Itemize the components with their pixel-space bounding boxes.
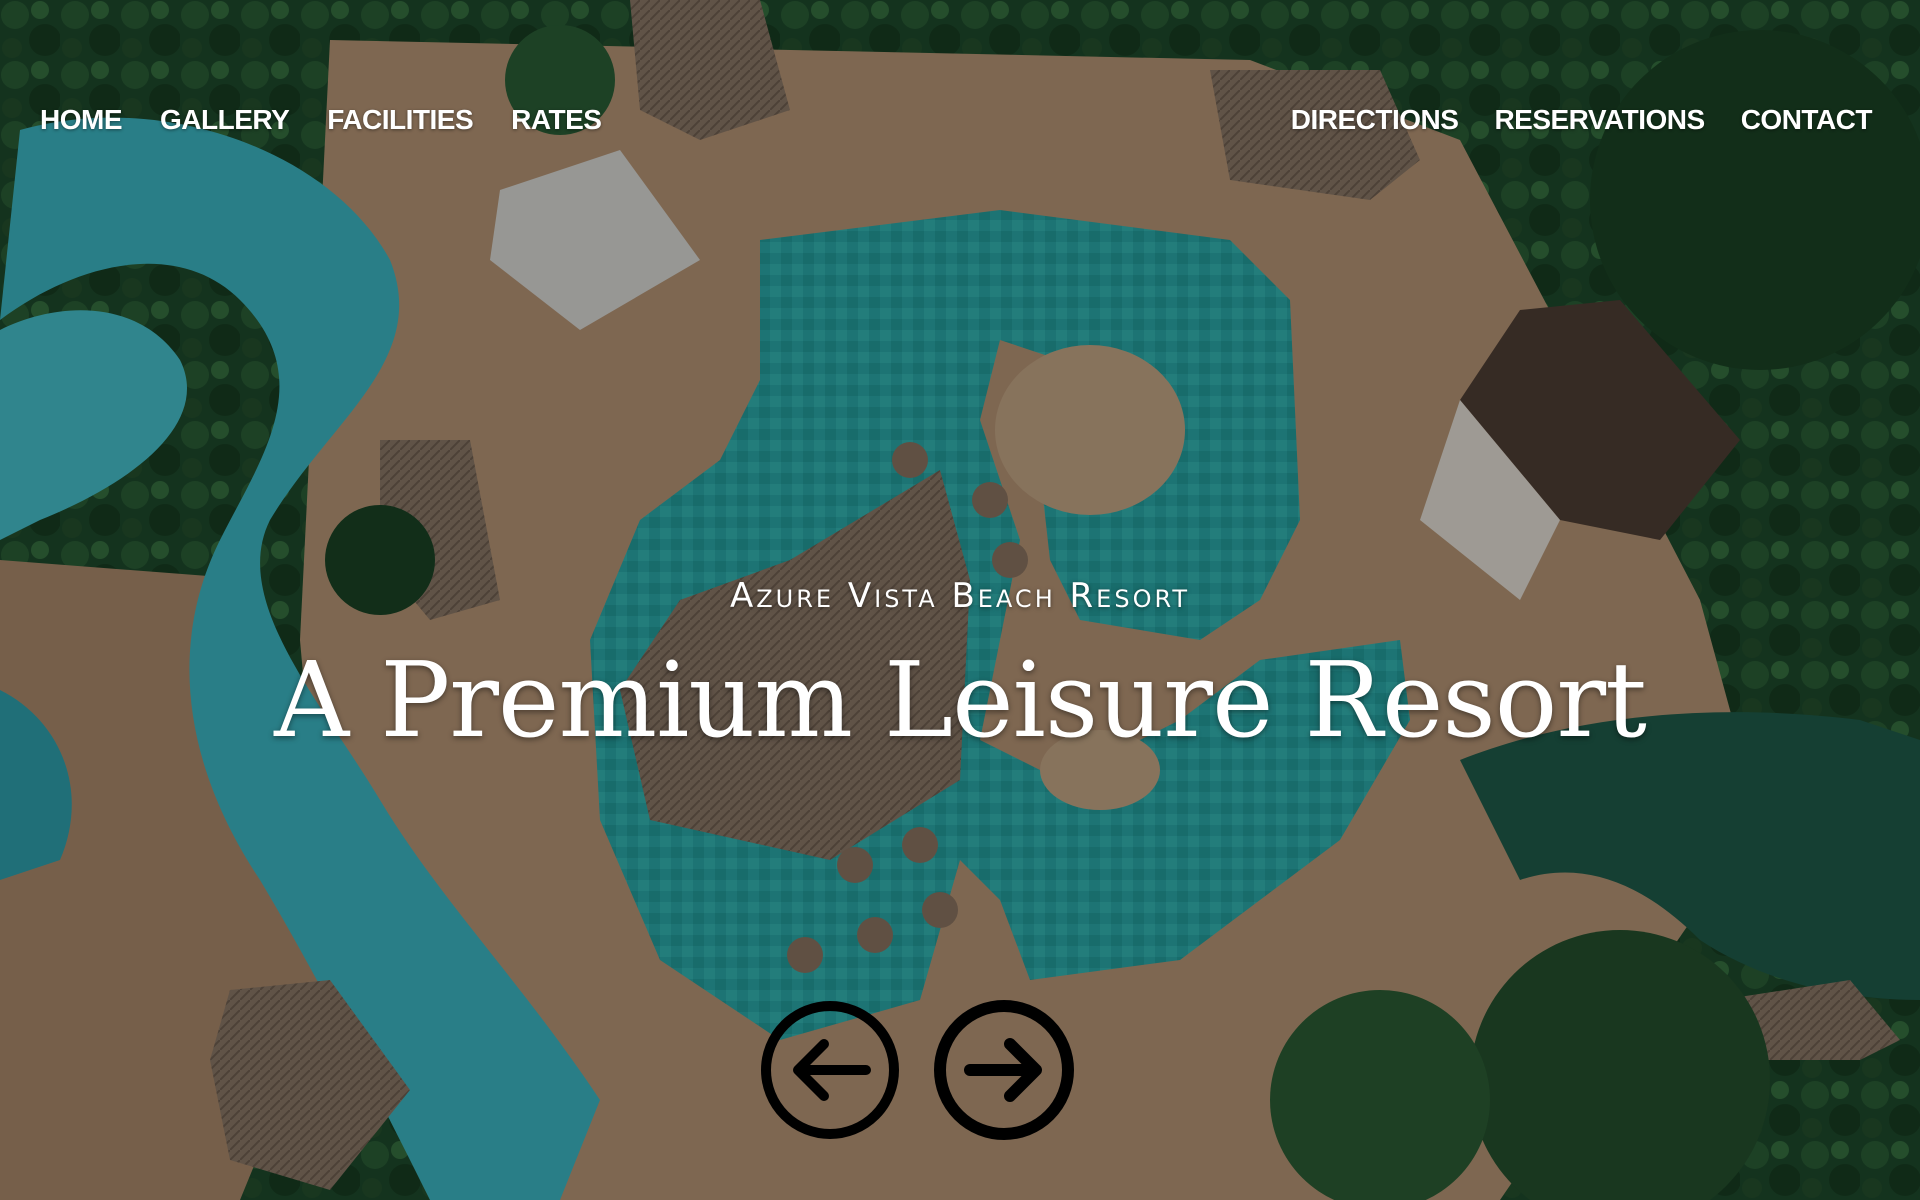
nav-link-gallery[interactable]: GALLERY: [160, 104, 290, 136]
arrow-right-icon: [934, 1000, 1074, 1140]
nav-link-contact[interactable]: CONTACT: [1741, 104, 1873, 136]
nav-right-group: DIRECTIONS RESERVATIONS CONTACT: [1291, 104, 1873, 136]
nav-link-directions[interactable]: DIRECTIONS: [1291, 104, 1459, 136]
hero-subtitle: Azure Vista Beach Resort: [729, 576, 1191, 616]
hero-title: A Premium Leisure Resort: [274, 639, 1647, 761]
nav-link-facilities[interactable]: FACILITIES: [327, 104, 473, 136]
nav-link-reservations[interactable]: RESERVATIONS: [1494, 104, 1705, 136]
nav-link-rates[interactable]: RATES: [511, 104, 602, 136]
slider-prev-button[interactable]: [760, 1000, 900, 1140]
arrow-left-icon: [761, 1001, 899, 1139]
nav-left-group: HOME GALLERY FACILITIES RATES: [40, 104, 602, 136]
hero-section: HOME GALLERY FACILITIES RATES DIRECTIONS…: [0, 0, 1920, 1200]
nav-link-home[interactable]: HOME: [40, 104, 123, 136]
main-navigation: HOME GALLERY FACILITIES RATES DIRECTIONS…: [0, 104, 1920, 154]
slider-next-button[interactable]: [934, 1000, 1074, 1140]
